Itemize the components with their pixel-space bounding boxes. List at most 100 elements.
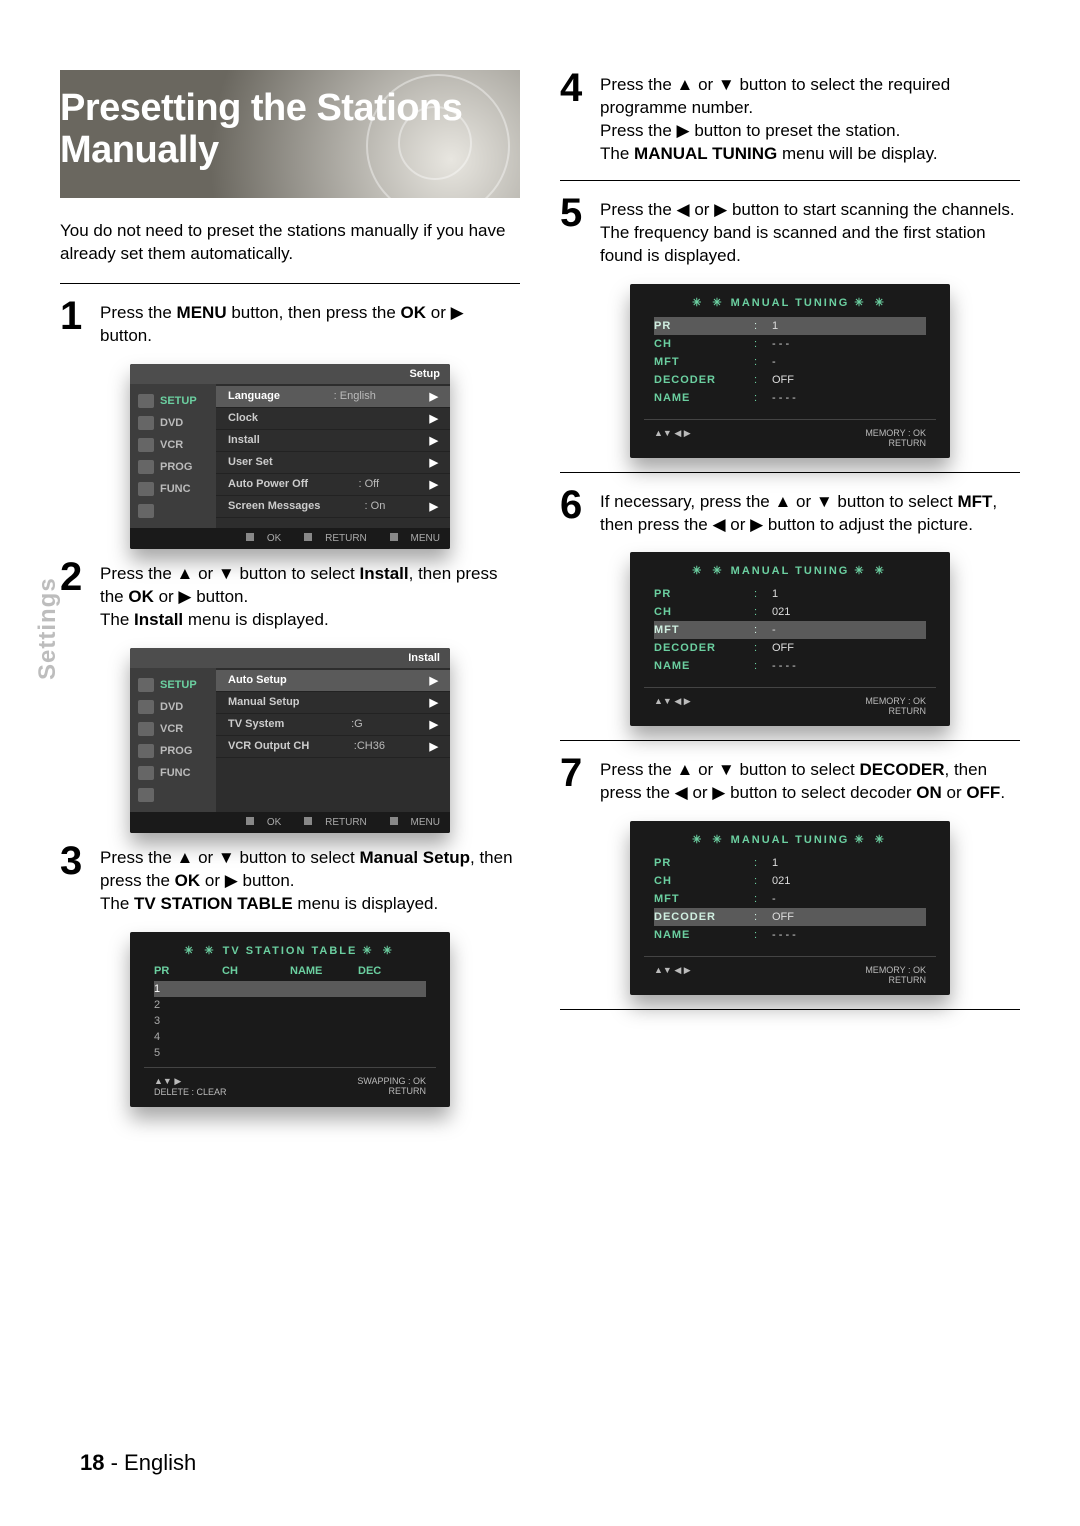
kv-row: MFT:- — [654, 621, 926, 639]
step-5: 5 Press the ◀ or ▶ button to start scann… — [560, 195, 1020, 268]
osd-setup-menu: Setup SETUP DVD VCR PROG FUNC Language: … — [130, 364, 450, 549]
osd-install-menu: Install SETUP DVD VCR PROG FUNC Auto Set… — [130, 648, 450, 833]
step-number: 6 — [560, 487, 590, 537]
t: MFT — [957, 492, 992, 511]
step-6: 6 If necessary, press the ▲ or ▼ button … — [560, 487, 1020, 537]
t: MENU — [177, 303, 227, 322]
osd-nav-vcr: VCR — [130, 718, 216, 740]
osd-nav: SETUP DVD VCR PROG FUNC — [130, 384, 216, 528]
gear-icon — [138, 394, 154, 408]
osd-row: Install▶ — [216, 430, 450, 452]
step-number: 2 — [60, 559, 90, 632]
col: PR — [154, 965, 222, 977]
disc-icon — [138, 416, 154, 430]
osd-station-table: ✳ ✳ TV STATION TABLE ✳ ✳ PR CH NAME DEC … — [130, 932, 450, 1107]
osd-row: Clock▶ — [216, 408, 450, 430]
title-banner: Presetting the Stations Manually — [60, 70, 520, 198]
osd-row: TV System:G▶ — [216, 714, 450, 736]
label: FUNC — [160, 767, 191, 779]
kv-row: NAME:- - - - — [654, 389, 926, 407]
t: Install — [360, 564, 409, 583]
step-number: 7 — [560, 755, 590, 805]
step-number: 4 — [560, 70, 590, 166]
kv-row: DECODER:OFF — [654, 908, 926, 926]
osd-title: ✳ ✳ TV STATION TABLE ✳ ✳ — [144, 940, 436, 965]
t: Press the ▲ or ▼ button to select — [600, 760, 860, 779]
divider — [560, 740, 1020, 741]
func-icon — [138, 766, 154, 780]
osd-nav-extra — [130, 500, 216, 522]
table-header: PR CH NAME DEC — [144, 965, 436, 981]
kv-list: PR:1CH:021MFT:-DECODER:OFFNAME:- - - - — [644, 585, 936, 681]
osd-list: Auto Setup▶Manual Setup▶TV System:G▶VCR … — [216, 668, 450, 812]
label: FUNC — [160, 483, 191, 495]
label: PROG — [160, 745, 192, 757]
t: Manual Setup — [360, 848, 471, 867]
step-text: Press the ▲ or ▼ button to select DECODE… — [600, 755, 1020, 805]
t: The frequency band is scanned and the fi… — [600, 223, 986, 265]
disc-icon — [138, 700, 154, 714]
t: RETURN — [357, 1086, 426, 1096]
t: RETURN — [325, 817, 367, 828]
osd-footer: OK RETURN MENU — [130, 812, 450, 833]
osd-header: Install — [130, 648, 450, 668]
kv-row: PR:1 — [654, 317, 926, 335]
t: Press the ◀ or ▶ button to start scannin… — [600, 200, 1015, 219]
osd-header: Setup — [130, 364, 450, 384]
footer-lang: English — [124, 1450, 196, 1475]
step-text: If necessary, press the ▲ or ▼ button to… — [600, 487, 1020, 537]
osd-footer: ▲▼ ◀ ▶MEMORY : OKRETURN — [644, 426, 936, 448]
divider — [560, 1009, 1020, 1010]
kv-list: PR:1CH:- - -MFT:-DECODER:OFFNAME:- - - - — [644, 317, 936, 413]
osd-list: Language: English▶Clock▶Install▶User Set… — [216, 384, 450, 528]
t: TV STATION TABLE — [223, 945, 358, 957]
t: OK — [401, 303, 427, 322]
t: button, then press the — [227, 303, 401, 322]
t: OK — [267, 533, 281, 544]
osd-nav: SETUP DVD VCR PROG FUNC — [130, 668, 216, 812]
t: OK — [175, 871, 201, 890]
t: If necessary, press the ▲ or ▼ button to… — [600, 492, 957, 511]
step-number: 1 — [60, 298, 90, 348]
t: SWAPPING : OK — [357, 1076, 426, 1086]
osd-row: Manual Setup▶ — [216, 692, 450, 714]
osd-manual-tuning-1: ✳ ✳ MANUAL TUNING ✳ ✳PR:1CH:- - -MFT:-DE… — [630, 284, 950, 458]
osd-footer: OK RETURN MENU — [130, 528, 450, 549]
table-body: 12345 — [144, 981, 436, 1061]
osd-nav-setup: SETUP — [130, 674, 216, 696]
label: PROG — [160, 461, 192, 473]
kv-row: CH:021 — [654, 872, 926, 890]
osd-nav-prog: PROG — [130, 740, 216, 762]
step-4: 4 Press the ▲ or ▼ button to select the … — [560, 70, 1020, 166]
step-text: Press the ▲ or ▼ button to select Instal… — [100, 559, 520, 632]
t: Press the — [100, 303, 177, 322]
page-columns: Presetting the Stations Manually You do … — [60, 70, 1020, 1117]
divider — [60, 283, 520, 284]
t: The — [100, 610, 134, 629]
page-number: 18 — [80, 1450, 104, 1475]
t: Press the ▲ or ▼ button to select the re… — [600, 75, 950, 117]
gear-icon — [138, 678, 154, 692]
t: ▲▼ ▶ — [154, 1076, 227, 1087]
t: MENU — [411, 817, 440, 828]
kv-row: PR:1 — [654, 585, 926, 603]
label: SETUP — [160, 679, 197, 691]
step-2: 2 Press the ▲ or ▼ button to select Inst… — [60, 559, 520, 632]
table-row: 3 — [154, 1013, 426, 1029]
kv-row: CH:021 — [654, 603, 926, 621]
page-title: Presetting the Stations Manually — [60, 88, 520, 172]
kv-row: MFT:- — [654, 890, 926, 908]
label: VCR — [160, 439, 183, 451]
intro-text: You do not need to preset the stations m… — [60, 220, 520, 266]
t: OFF — [966, 783, 1000, 802]
osd-nav-func: FUNC — [130, 478, 216, 500]
table-row: 5 — [154, 1045, 426, 1061]
clock-icon — [138, 744, 154, 758]
t: TV STATION TABLE — [134, 894, 293, 913]
osd-title: ✳ ✳ MANUAL TUNING ✳ ✳ — [644, 292, 936, 317]
section-tab: Settings — [34, 577, 62, 680]
osd-title: ✳ ✳ MANUAL TUNING ✳ ✳ — [644, 560, 936, 585]
kv-row: DECODER:OFF — [654, 639, 926, 657]
osd-manual-tuning-3: ✳ ✳ MANUAL TUNING ✳ ✳PR:1CH:021MFT:-DECO… — [630, 821, 950, 995]
t: - — [104, 1450, 124, 1475]
